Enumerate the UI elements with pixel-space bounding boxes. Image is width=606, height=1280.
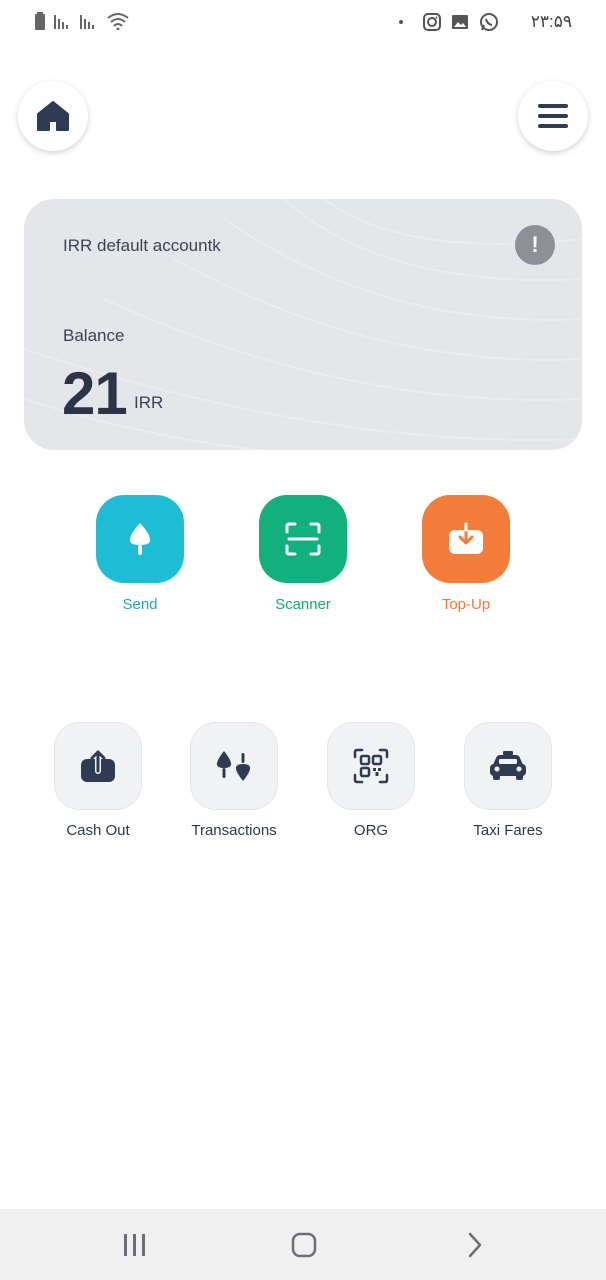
- back-icon: [468, 1232, 482, 1258]
- signal-icon: [80, 15, 94, 29]
- whatsapp-icon: [479, 13, 498, 31]
- org-tile[interactable]: [327, 722, 415, 810]
- org-button[interactable]: ORG: [303, 722, 439, 839]
- cash-out-label: Cash Out: [66, 822, 130, 839]
- recent-apps-button[interactable]: [115, 1229, 155, 1261]
- cash-out-tile[interactable]: [54, 722, 142, 810]
- notification-dot: [398, 20, 403, 24]
- back-button[interactable]: [455, 1229, 495, 1261]
- scanner-label: Scanner: [275, 596, 331, 613]
- status-right-icons: ۲۳:۵۹: [398, 12, 572, 32]
- send-icon: [129, 523, 151, 555]
- transactions-icon: [216, 751, 251, 781]
- account-card[interactable]: IRR default accountk ! Balance 21 IRR: [24, 199, 582, 450]
- info-icon[interactable]: !: [515, 225, 555, 265]
- status-left-icons: [34, 12, 130, 30]
- taxi-fares-button[interactable]: Taxi Fares: [440, 722, 576, 839]
- scanner-tile[interactable]: [259, 495, 347, 583]
- top-up-icon: [449, 522, 483, 554]
- transactions-button[interactable]: Transactions: [166, 722, 302, 839]
- transactions-label: Transactions: [191, 822, 277, 839]
- system-home-button[interactable]: [284, 1229, 324, 1261]
- taxi-icon: [490, 751, 526, 780]
- cash-out-button[interactable]: Cash Out: [30, 722, 166, 839]
- recent-apps-icon: [124, 1234, 145, 1256]
- taxi-fares-label: Taxi Fares: [473, 822, 543, 839]
- balance-amount: 21: [62, 360, 128, 427]
- signal-icon: [54, 15, 68, 29]
- top-up-tile[interactable]: [422, 495, 510, 583]
- cash-out-icon: [81, 749, 115, 782]
- transactions-tile[interactable]: [190, 722, 278, 810]
- scanner-button[interactable]: Scanner: [243, 495, 363, 613]
- org-label: ORG: [353, 822, 389, 839]
- wifi-icon: [107, 13, 129, 30]
- send-tile[interactable]: [96, 495, 184, 583]
- top-up-label: Top-Up: [441, 596, 491, 613]
- home-icon: [37, 101, 69, 131]
- balance-currency: IRR: [134, 393, 164, 412]
- instagram-icon: [422, 13, 441, 31]
- battery-icon: [35, 12, 45, 30]
- clock: ۲۳:۵۹: [530, 12, 572, 31]
- send-label: Send: [122, 596, 158, 613]
- taxi-fares-tile[interactable]: [464, 722, 552, 810]
- account-name: IRR default accountk: [63, 236, 221, 255]
- top-up-button[interactable]: Top-Up: [406, 495, 526, 613]
- home-button[interactable]: [18, 81, 88, 151]
- menu-button[interactable]: [518, 81, 588, 151]
- menu-icon: [538, 104, 568, 128]
- scanner-icon: [285, 522, 321, 556]
- system-nav-bar: [0, 1209, 606, 1280]
- status-bar: ۲۳:۵۹: [0, 0, 606, 46]
- qr-code-icon: [353, 748, 389, 784]
- home-icon: [291, 1232, 317, 1258]
- balance-label: Balance: [63, 326, 125, 345]
- send-button[interactable]: Send: [80, 495, 200, 613]
- gallery-icon: [451, 15, 468, 29]
